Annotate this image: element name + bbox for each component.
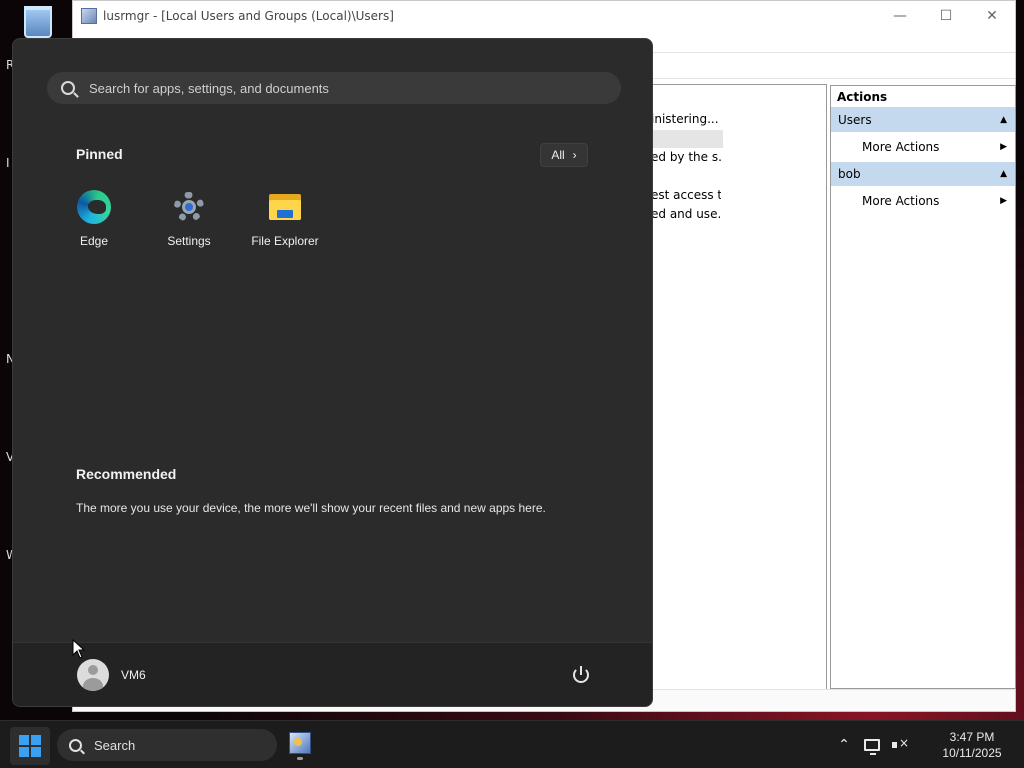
taskbar-search-label: Search xyxy=(94,737,136,753)
start-menu: Pinned All › Edge Settings File Explorer… xyxy=(12,38,653,707)
taskbar-search[interactable]: Search xyxy=(57,729,277,761)
more-actions-label: More Actions xyxy=(862,194,940,208)
clock[interactable]: 3:47 PM 10/11/2025 xyxy=(924,729,1020,761)
edge-icon xyxy=(77,190,111,224)
actions-group-label: Users xyxy=(838,113,872,127)
more-actions-label: More Actions xyxy=(862,140,940,154)
settings-gear-icon xyxy=(172,190,206,224)
search-icon xyxy=(61,81,75,95)
pinned-app-label: Settings xyxy=(167,234,211,248)
list-item-description[interactable]: inistering... xyxy=(651,112,721,126)
list-item-selected[interactable] xyxy=(651,130,723,148)
user-name[interactable]: VM6 xyxy=(121,668,146,682)
submenu-arrow-icon: ▶ xyxy=(1000,196,1007,206)
pinned-title: Pinned xyxy=(76,146,123,162)
list-item-description[interactable]: ed by the s... xyxy=(651,150,721,164)
recommended-empty-text: The more you use your device, the more w… xyxy=(76,501,546,515)
all-apps-label: All xyxy=(551,148,565,162)
running-indicator xyxy=(297,757,303,760)
list-item-description[interactable]: ed and use... xyxy=(651,207,721,221)
search-icon xyxy=(69,738,82,752)
actions-group-bob[interactable]: bob ▲ xyxy=(831,162,1015,186)
actions-header: Actions xyxy=(831,86,1015,108)
pinned-app-label: File Explorer xyxy=(251,234,319,248)
pinned-app-edge[interactable]: Edge xyxy=(49,190,139,248)
start-search-input[interactable] xyxy=(89,80,589,96)
collapse-icon[interactable]: ▲ xyxy=(1000,162,1007,186)
mouse-cursor-icon xyxy=(72,639,86,659)
window-titlebar[interactable]: lusrmgr - [Local Users and Groups (Local… xyxy=(73,1,1015,31)
submenu-arrow-icon: ▶ xyxy=(1000,142,1007,152)
all-apps-button[interactable]: All › xyxy=(540,143,588,167)
recycle-bin-icon[interactable] xyxy=(18,6,58,42)
pinned-app-label: Edge xyxy=(79,234,109,248)
lusrmgr-app-icon xyxy=(81,8,97,24)
network-icon[interactable] xyxy=(858,731,886,759)
avatar[interactable] xyxy=(77,659,109,691)
clock-date: 10/11/2025 xyxy=(942,746,1002,760)
start-search-box[interactable] xyxy=(47,72,621,104)
chevron-up-icon[interactable]: ⌃ xyxy=(830,731,858,759)
more-actions-item[interactable]: More Actions ▶ xyxy=(831,186,1015,216)
list-item-description[interactable]: est access t... xyxy=(651,188,721,202)
volume-muted-icon[interactable] xyxy=(886,731,914,759)
clock-time: 3:47 PM xyxy=(949,730,995,744)
minimize-icon[interactable]: — xyxy=(877,1,923,31)
window-title: lusrmgr - [Local Users and Groups (Local… xyxy=(103,9,394,23)
pinned-app-file-explorer[interactable]: File Explorer xyxy=(240,190,330,248)
folder-icon xyxy=(268,190,302,224)
windows-logo-icon xyxy=(19,735,29,745)
start-footer: VM6 xyxy=(13,642,652,706)
maximize-icon[interactable]: ☐ xyxy=(923,1,969,31)
start-button[interactable] xyxy=(10,727,50,765)
users-list: inistering... ed by the s... est access … xyxy=(651,84,827,690)
chevron-right-icon: › xyxy=(572,148,577,162)
lusrmgr-app-icon xyxy=(289,732,311,754)
close-icon[interactable]: ✕ xyxy=(969,1,1015,31)
desktop-icon-label: I xyxy=(6,156,10,170)
taskbar: Search ⌃ 3:47 PM 10/11/2025 xyxy=(0,720,1024,768)
actions-group-label: bob xyxy=(838,167,861,181)
taskbar-app-lusrmgr[interactable] xyxy=(286,729,314,761)
more-actions-item[interactable]: More Actions ▶ xyxy=(831,132,1015,162)
pinned-app-settings[interactable]: Settings xyxy=(144,190,234,248)
system-tray: ⌃ 3:47 PM 10/11/2025 xyxy=(830,721,1024,768)
collapse-icon[interactable]: ▲ xyxy=(1000,108,1007,132)
actions-pane: Actions Users ▲ More Actions ▶ bob ▲ Mor… xyxy=(830,85,1016,689)
recommended-title: Recommended xyxy=(76,466,177,482)
power-button[interactable] xyxy=(569,663,593,687)
actions-group-users[interactable]: Users ▲ xyxy=(831,108,1015,132)
